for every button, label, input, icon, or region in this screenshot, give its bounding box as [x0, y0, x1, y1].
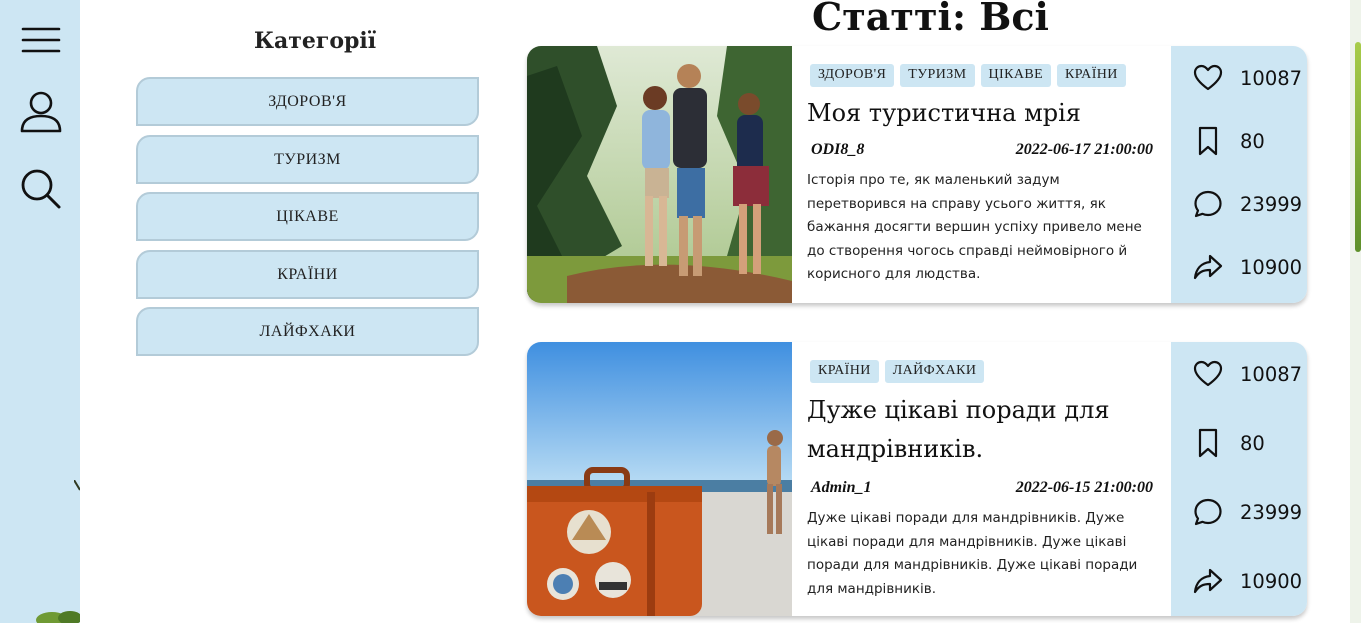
tag-countries[interactable]: КРАЇНИ [1057, 64, 1126, 87]
article-body: КРАЇНИ ЛАЙФХАКИ Дуже цікаві поради для м… [792, 342, 1171, 616]
article-author[interactable]: Admin_1 [811, 479, 871, 497]
article-meta: ODI8_8 2022-06-17 21:00:00 [811, 141, 1153, 159]
shares-count: 10900 [1240, 255, 1303, 279]
article-title[interactable]: Дуже цікаві поради для мандрівників. [807, 391, 1157, 469]
hikers-photo[interactable] [527, 46, 792, 303]
heart-icon[interactable] [1193, 63, 1223, 93]
tag-tourism[interactable]: ТУРИЗМ [900, 64, 975, 87]
article-author[interactable]: ODI8_8 [811, 141, 864, 159]
bookmark-icon[interactable] [1193, 428, 1223, 458]
tag-list: ЗДОРОВ'Я ТУРИЗМ ЦІКАВЕ КРАЇНИ [810, 64, 1126, 87]
share-icon[interactable] [1193, 252, 1223, 282]
categories-title: Категорії [254, 28, 377, 54]
tag-lifehacks[interactable]: ЛАЙФХАКИ [884, 360, 985, 383]
tag-countries[interactable]: КРАЇНИ [810, 360, 879, 383]
article-excerpt: Історія про те, як маленький задум перет… [807, 172, 1142, 282]
shares-stat: 10900 [1193, 565, 1302, 597]
suitcase-beach-photo[interactable] [527, 342, 792, 616]
article-stats: 10087 80 23999 10900 [1171, 46, 1307, 303]
likes-stat: 10087 [1193, 62, 1302, 94]
comments-count: 23999 [1240, 500, 1303, 524]
share-icon[interactable] [1193, 566, 1223, 596]
saves-stat: 80 [1193, 125, 1265, 157]
saves-count: 80 [1240, 129, 1265, 153]
search-icon[interactable] [18, 166, 64, 212]
article-body: ЗДОРОВ'Я ТУРИЗМ ЦІКАВЕ КРАЇНИ Моя турист… [792, 46, 1171, 303]
likes-count: 10087 [1240, 66, 1303, 90]
likes-count: 10087 [1240, 362, 1303, 386]
article-date: 2022-06-17 21:00:00 [1015, 141, 1153, 158]
page-title: Статті: Всі [812, 0, 1049, 39]
scrollbar-thumb[interactable] [1355, 42, 1361, 252]
article-stats: 10087 80 23999 10900 [1171, 342, 1307, 616]
tag-health[interactable]: ЗДОРОВ'Я [810, 64, 895, 87]
user-icon[interactable] [18, 89, 64, 135]
menu-icon[interactable] [18, 17, 64, 63]
shares-stat: 10900 [1193, 251, 1302, 283]
heart-icon[interactable] [1193, 359, 1223, 389]
article-card[interactable]: КРАЇНИ ЛАЙФХАКИ Дуже цікаві поради для м… [527, 342, 1307, 616]
article-card[interactable]: ЗДОРОВ'Я ТУРИЗМ ЦІКАВЕ КРАЇНИ Моя турист… [527, 46, 1307, 303]
article-title[interactable]: Моя туристична мрія [807, 94, 1157, 133]
shares-count: 10900 [1240, 569, 1303, 593]
icon-rail [0, 0, 80, 623]
article-meta: Admin_1 2022-06-15 21:00:00 [811, 479, 1153, 497]
article-date: 2022-06-15 21:00:00 [1015, 479, 1153, 496]
tag-interesting[interactable]: ЦІКАВЕ [980, 64, 1052, 87]
comment-icon[interactable] [1193, 189, 1223, 219]
saves-stat: 80 [1193, 427, 1265, 459]
comments-count: 23999 [1240, 192, 1303, 216]
category-interesting-button[interactable]: ЦІКАВЕ [136, 192, 479, 241]
tag-list: КРАЇНИ ЛАЙФХАКИ [810, 360, 985, 383]
category-lifehacks-button[interactable]: ЛАЙФХАКИ [136, 307, 479, 356]
comment-icon[interactable] [1193, 497, 1223, 527]
category-tourism-button[interactable]: ТУРИЗМ [136, 135, 479, 184]
comments-stat: 23999 [1193, 496, 1302, 528]
article-excerpt: Дуже цікаві поради для мандрівників. Дуж… [807, 510, 1138, 597]
bookmark-icon[interactable] [1193, 126, 1223, 156]
scrollbar[interactable] [1350, 0, 1361, 623]
comments-stat: 23999 [1193, 188, 1302, 220]
category-health-button[interactable]: ЗДОРОВ'Я [136, 77, 479, 126]
likes-stat: 10087 [1193, 358, 1302, 390]
category-countries-button[interactable]: КРАЇНИ [136, 250, 479, 299]
plant-decoration [36, 611, 80, 623]
saves-count: 80 [1240, 431, 1265, 455]
